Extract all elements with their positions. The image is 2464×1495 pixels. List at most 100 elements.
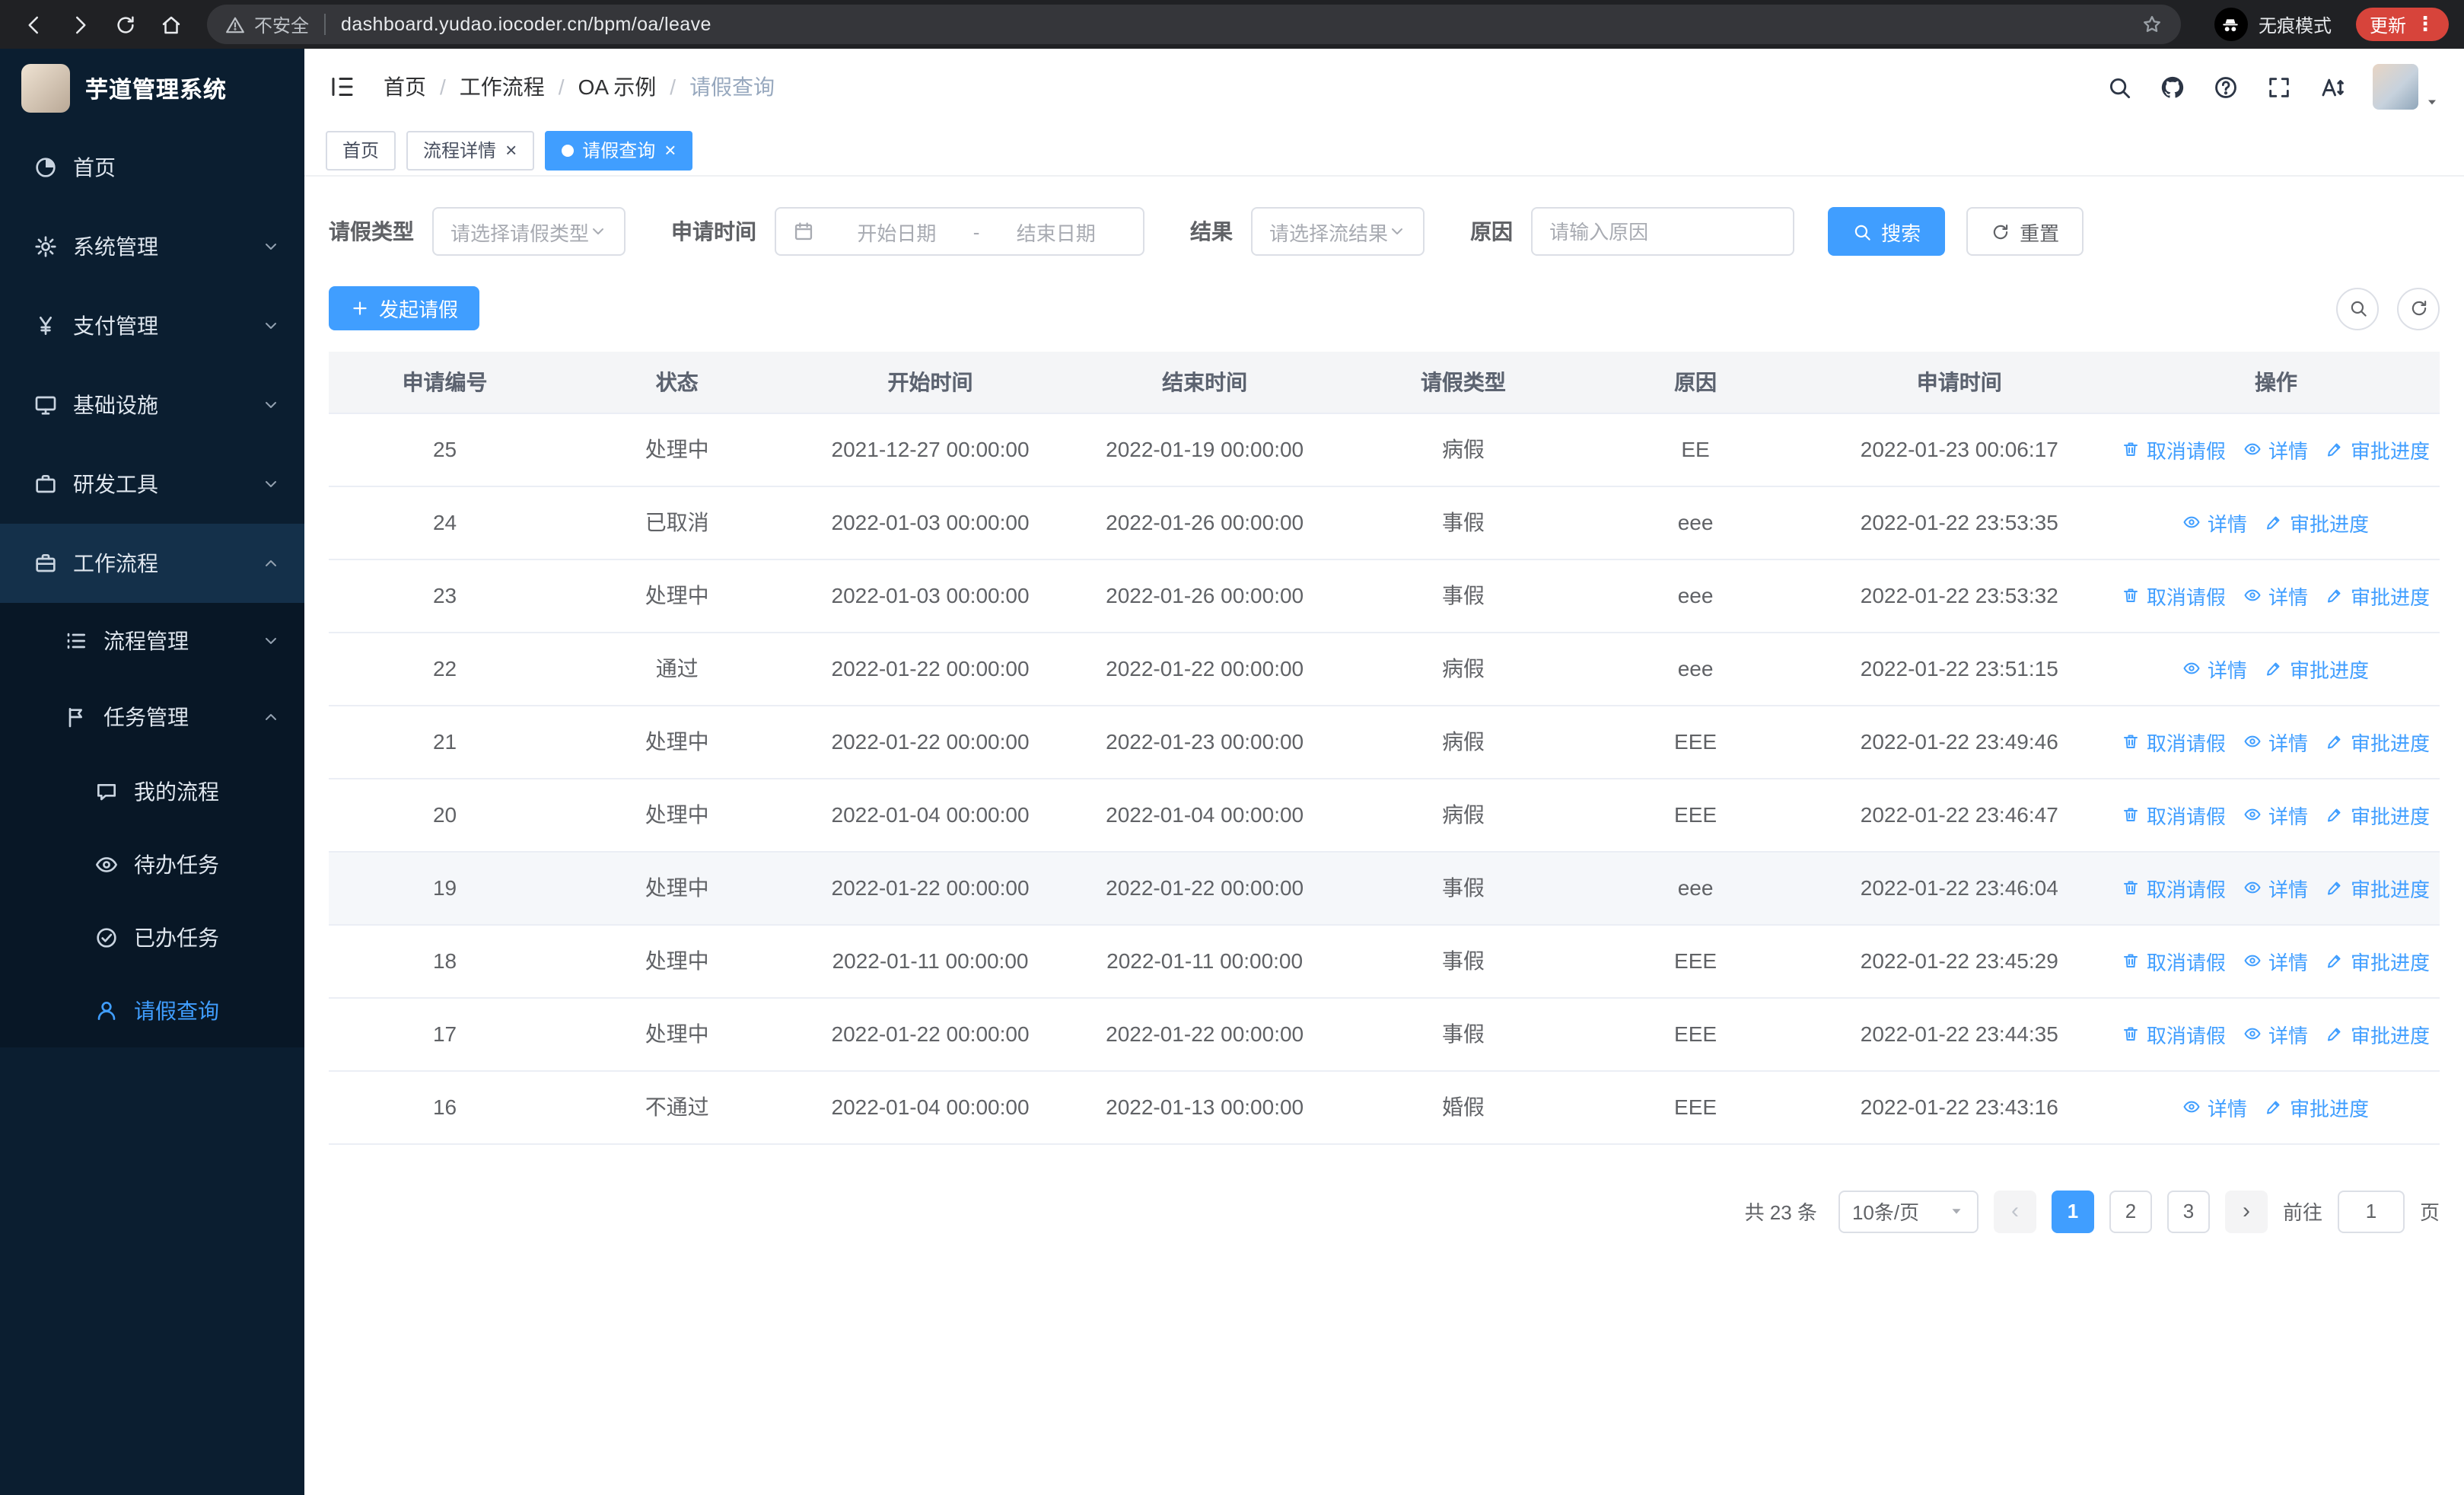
create-leave-button[interactable]: 发起请假 xyxy=(329,286,480,330)
sidebar-item-payment[interactable]: 支付管理 xyxy=(0,286,304,365)
breadcrumb-separator: / xyxy=(558,75,565,99)
refresh-table-button[interactable] xyxy=(2397,287,2440,330)
pagination: 共 23 条 10条/页 ‹ 1 2 3 › 前往 页 xyxy=(329,1190,2440,1263)
action-progress-link[interactable]: 审批进度 xyxy=(2265,654,2369,683)
security-indicator[interactable]: 不安全 xyxy=(225,11,309,37)
leave-table-body: 25 处理中 2021-12-27 00:00:00 2022-01-19 00:00… xyxy=(329,413,2440,1144)
reason-input[interactable] xyxy=(1533,209,1794,254)
breadcrumb-item[interactable]: 首页 xyxy=(384,72,426,102)
toggle-search-button[interactable] xyxy=(2336,287,2379,330)
prev-page-button[interactable]: ‹ xyxy=(1993,1190,2036,1232)
sidebar-item-task-management[interactable]: 任务管理 xyxy=(0,679,304,755)
sidebar-item-leave-query[interactable]: 请假查询 xyxy=(0,974,304,1047)
bookmark-star-icon[interactable] xyxy=(2141,14,2163,35)
action-detail-link[interactable]: 详情 xyxy=(2183,508,2247,537)
action-progress-link[interactable]: 审批进度 xyxy=(2326,581,2430,610)
start-date-placeholder[interactable]: 开始日期 xyxy=(826,217,967,246)
goto-page-input[interactable] xyxy=(2337,1190,2405,1232)
action-progress-link[interactable]: 审批进度 xyxy=(2326,727,2430,756)
help-icon[interactable] xyxy=(2213,74,2239,100)
action-cancel-link[interactable]: 取消请假 xyxy=(2122,727,2226,756)
cell-start: 2022-01-11 00:00:00 xyxy=(793,924,1068,998)
github-icon[interactable] xyxy=(2160,74,2185,100)
page-button-3[interactable]: 3 xyxy=(2166,1190,2210,1232)
page-size-select[interactable]: 10条/页 xyxy=(1838,1190,1979,1232)
action-cancel-link[interactable]: 取消请假 xyxy=(2122,581,2226,610)
cell-applied: 2022-01-22 23:53:32 xyxy=(1806,559,2112,633)
sidebar-item-system[interactable]: 系统管理 xyxy=(0,207,304,286)
app-logo[interactable]: 芋道管理系统 xyxy=(0,49,304,128)
reset-button[interactable]: 重置 xyxy=(1966,207,2084,256)
action-detail-link[interactable]: 详情 xyxy=(2183,1092,2247,1121)
cell-start: 2021-12-27 00:00:00 xyxy=(793,413,1068,486)
reload-icon[interactable] xyxy=(107,6,143,43)
address-bar[interactable]: 不安全 dashboard.yudao.iocoder.cn/bpm/oa/le… xyxy=(207,5,2181,44)
action-label: 审批进度 xyxy=(2350,585,2430,608)
sidebar-item-devtools[interactable]: 研发工具 xyxy=(0,445,304,524)
close-icon[interactable]: × xyxy=(664,140,676,160)
url-text[interactable]: dashboard.yudao.iocoder.cn/bpm/oa/leave xyxy=(341,14,2141,35)
action-cancel-link[interactable]: 取消请假 xyxy=(2122,873,2226,902)
breadcrumb-item[interactable]: OA 示例 xyxy=(578,72,657,102)
apply-time-range-picker[interactable]: 开始日期 - 结束日期 xyxy=(775,207,1145,256)
sidebar-item-workflow[interactable]: 工作流程 xyxy=(0,524,304,603)
action-progress-link[interactable]: 审批进度 xyxy=(2326,1019,2430,1048)
home-icon[interactable] xyxy=(152,6,189,43)
action-progress-link[interactable]: 审批进度 xyxy=(2326,800,2430,829)
table-row: 20 处理中 2022-01-04 00:00:00 2022-01-04 00:00… xyxy=(329,778,2440,852)
user-menu[interactable] xyxy=(2373,64,2440,110)
cell-id: 24 xyxy=(329,486,562,559)
sidebar-collapse-icon[interactable] xyxy=(329,73,356,100)
search-icon[interactable] xyxy=(2106,74,2132,100)
action-progress-link[interactable]: 审批进度 xyxy=(2265,508,2369,537)
action-cancel-link[interactable]: 取消请假 xyxy=(2122,946,2226,975)
cell-type: 婚假 xyxy=(1342,1070,1585,1144)
sidebar-item-home[interactable]: 首页 xyxy=(0,128,304,207)
action-progress-link[interactable]: 审批进度 xyxy=(2265,1092,2369,1121)
action-detail-link[interactable]: 详情 xyxy=(2244,727,2308,756)
cell-status: 处理中 xyxy=(561,778,794,852)
cell-end: 2022-01-04 00:00:00 xyxy=(1067,778,1342,852)
action-progress-link[interactable]: 审批进度 xyxy=(2326,435,2430,464)
page-button-1[interactable]: 1 xyxy=(2051,1190,2094,1232)
kebab-menu-icon[interactable]: ⋮ xyxy=(2415,12,2435,37)
action-detail-link[interactable]: 详情 xyxy=(2244,800,2308,829)
action-detail-link[interactable]: 详情 xyxy=(2244,946,2308,975)
tab-leave-query[interactable]: 请假查询 × xyxy=(544,130,693,170)
back-icon[interactable] xyxy=(15,6,52,43)
sidebar-item-infrastructure[interactable]: 基础设施 xyxy=(0,365,304,445)
tab-process-detail[interactable]: 流程详情 × xyxy=(406,130,534,170)
fullscreen-icon[interactable] xyxy=(2266,74,2292,100)
next-page-button[interactable]: › xyxy=(2224,1190,2268,1232)
close-icon[interactable]: × xyxy=(505,140,517,160)
forward-icon[interactable] xyxy=(61,6,97,43)
edit-icon xyxy=(2265,659,2284,677)
sidebar-item-process-management[interactable]: 流程管理 xyxy=(0,603,304,679)
action-progress-link[interactable]: 审批进度 xyxy=(2326,946,2430,975)
action-detail-link[interactable]: 详情 xyxy=(2244,1019,2308,1048)
action-detail-link[interactable]: 详情 xyxy=(2244,435,2308,464)
action-progress-link[interactable]: 审批进度 xyxy=(2326,873,2430,902)
sidebar-item-todo-task[interactable]: 待办任务 xyxy=(0,828,304,901)
action-detail-link[interactable]: 详情 xyxy=(2244,581,2308,610)
action-detail-link[interactable]: 详情 xyxy=(2244,873,2308,902)
action-cancel-link[interactable]: 取消请假 xyxy=(2122,800,2226,829)
action-detail-link[interactable]: 详情 xyxy=(2183,654,2247,683)
leave-type-select[interactable]: 请选择请假类型 xyxy=(432,207,626,256)
search-button[interactable]: 搜索 xyxy=(1828,207,1946,256)
end-date-placeholder[interactable]: 结束日期 xyxy=(985,217,1126,246)
table-header-row: 申请编号 状态 开始时间 结束时间 请假类型 原因 申请时间 操作 xyxy=(329,352,2440,413)
sidebar-item-done-task[interactable]: 已办任务 xyxy=(0,901,304,974)
action-cancel-link[interactable]: 取消请假 xyxy=(2122,1019,2226,1048)
cell-status: 通过 xyxy=(561,632,794,706)
action-cancel-link[interactable]: 取消请假 xyxy=(2122,435,2226,464)
result-select[interactable]: 请选择流结果 xyxy=(1251,207,1425,256)
action-label: 详情 xyxy=(2268,1024,2308,1047)
breadcrumb-item[interactable]: 工作流程 xyxy=(460,72,545,102)
browser-update-button[interactable]: 更新 ⋮ xyxy=(2355,8,2449,41)
action-label: 详情 xyxy=(2268,805,2308,827)
font-size-icon[interactable] xyxy=(2319,74,2345,100)
tab-home[interactable]: 首页 xyxy=(326,130,396,170)
page-button-2[interactable]: 2 xyxy=(2109,1190,2152,1232)
sidebar-item-my-process[interactable]: 我的流程 xyxy=(0,755,304,828)
